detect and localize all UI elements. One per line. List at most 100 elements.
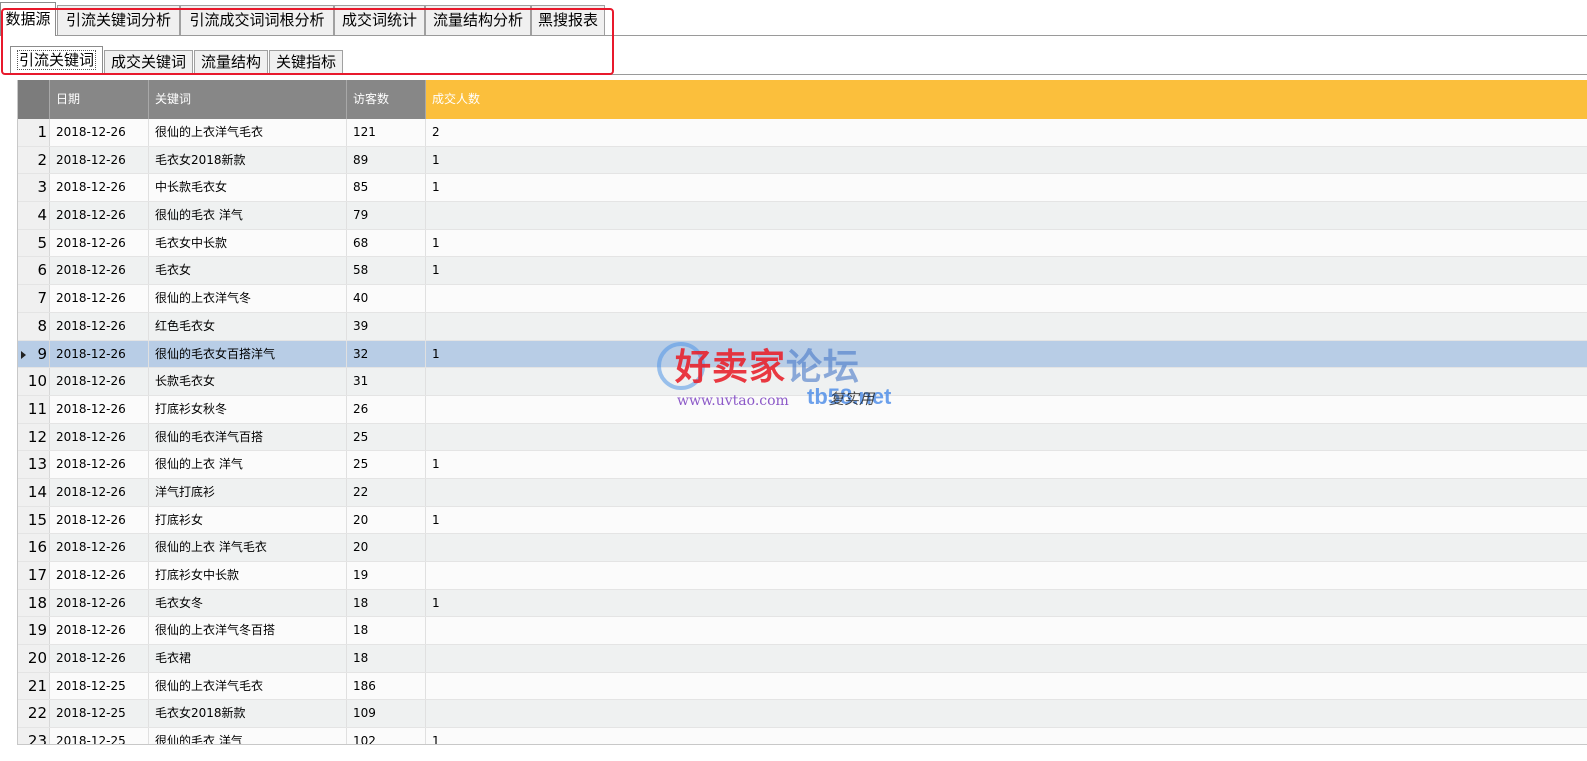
subtab-traffic-structure[interactable]: 流量结构 bbox=[194, 50, 268, 74]
buyers-cell[interactable] bbox=[426, 562, 1587, 589]
visitors-cell[interactable]: 19 bbox=[347, 562, 426, 589]
row-number-cell[interactable]: 19 bbox=[18, 617, 50, 645]
visitors-cell[interactable]: 18 bbox=[347, 645, 426, 672]
keyword-cell[interactable]: 打底衫女秋冬 bbox=[149, 395, 347, 423]
row-number-cell[interactable]: 8 bbox=[18, 312, 50, 340]
row-number-cell[interactable]: 20 bbox=[18, 645, 50, 672]
keyword-cell[interactable]: 很仙的上衣洋气毛衣 bbox=[149, 672, 347, 700]
table-row[interactable]: 11 2018-12-26 打底衫女秋冬 26 bbox=[18, 395, 1587, 424]
date-cell[interactable]: 2018-12-26 bbox=[50, 119, 149, 146]
tab-traffic-keyword-analysis[interactable]: 引流关键词分析 bbox=[57, 5, 180, 35]
date-cell[interactable]: 2018-12-26 bbox=[50, 562, 149, 589]
date-cell[interactable]: 2018-12-26 bbox=[50, 589, 149, 617]
tab-black-search-report[interactable]: 黑搜报表 bbox=[531, 5, 605, 35]
keyword-cell[interactable]: 很仙的上衣 洋气毛衣 bbox=[149, 534, 347, 561]
buyers-cell[interactable]: 1 bbox=[426, 590, 1587, 617]
buyers-cell[interactable]: 1 bbox=[426, 341, 1587, 368]
visitors-cell[interactable]: 186 bbox=[347, 672, 426, 700]
buyers-cell[interactable]: 1 bbox=[426, 451, 1587, 478]
row-number-cell[interactable]: 12 bbox=[18, 423, 50, 451]
buyers-cell[interactable]: 1 bbox=[426, 728, 1587, 744]
table-row[interactable]: 13 2018-12-26 很仙的上衣 洋气 25 1 bbox=[18, 451, 1587, 479]
date-cell[interactable]: 2018-12-26 bbox=[50, 645, 149, 672]
keyword-cell[interactable]: 中长款毛衣女 bbox=[149, 174, 347, 202]
row-number-cell[interactable]: 11 bbox=[18, 395, 50, 423]
date-cell[interactable]: 2018-12-26 bbox=[50, 451, 149, 478]
row-number-cell[interactable]: 7 bbox=[18, 285, 50, 312]
date-cell[interactable]: 2018-12-26 bbox=[50, 257, 149, 285]
column-header-keyword[interactable]: 关键词 bbox=[149, 80, 347, 119]
date-cell[interactable]: 2018-12-26 bbox=[50, 146, 149, 174]
keyword-cell[interactable]: 很仙的毛衣女百搭洋气 bbox=[149, 340, 347, 368]
table-row[interactable]: 1 2018-12-26 很仙的上衣洋气毛衣 121 2 bbox=[18, 119, 1587, 147]
keyword-cell[interactable]: 很仙的毛衣洋气百搭 bbox=[149, 423, 347, 451]
keyword-cell[interactable]: 很仙的上衣洋气冬百搭 bbox=[149, 617, 347, 645]
table-row[interactable]: 14 2018-12-26 洋气打底衫 22 bbox=[18, 478, 1587, 507]
table-row[interactable]: 22 2018-12-25 毛衣女2018新款 109 bbox=[18, 700, 1587, 729]
row-number-cell[interactable]: 22 bbox=[18, 700, 50, 728]
visitors-cell[interactable]: 109 bbox=[347, 700, 426, 728]
buyers-cell[interactable] bbox=[426, 313, 1587, 340]
keyword-cell[interactable]: 长款毛衣女 bbox=[149, 368, 347, 395]
buyers-cell[interactable] bbox=[426, 645, 1587, 672]
subtab-deal-keywords[interactable]: 成交关键词 bbox=[104, 50, 193, 74]
date-cell[interactable]: 2018-12-25 bbox=[50, 700, 149, 728]
table-row[interactable]: 3 2018-12-26 中长款毛衣女 85 1 bbox=[18, 174, 1587, 203]
date-cell[interactable]: 2018-12-26 bbox=[50, 534, 149, 561]
date-cell[interactable]: 2018-12-26 bbox=[50, 368, 149, 395]
date-cell[interactable]: 2018-12-25 bbox=[50, 672, 149, 700]
date-cell[interactable]: 2018-12-26 bbox=[50, 395, 149, 423]
visitors-cell[interactable]: 121 bbox=[347, 119, 426, 146]
subtab-key-indicators[interactable]: 关键指标 bbox=[269, 50, 343, 74]
row-number-cell[interactable]: 18 bbox=[18, 589, 50, 617]
buyers-cell[interactable] bbox=[426, 368, 1587, 395]
row-number-cell[interactable]: 1 bbox=[18, 119, 50, 146]
row-number-cell[interactable]: 21 bbox=[18, 672, 50, 700]
tab-traffic-structure-analysis[interactable]: 流量结构分析 bbox=[425, 5, 531, 35]
date-cell[interactable]: 2018-12-26 bbox=[50, 340, 149, 368]
buyers-cell[interactable] bbox=[426, 479, 1587, 506]
buyers-cell[interactable] bbox=[426, 534, 1587, 561]
date-cell[interactable]: 2018-12-25 bbox=[50, 728, 149, 744]
buyers-cell[interactable]: 2 bbox=[426, 119, 1587, 146]
row-number-cell[interactable]: 16 bbox=[18, 534, 50, 561]
keyword-cell[interactable]: 毛衣女2018新款 bbox=[149, 700, 347, 728]
row-number-cell[interactable]: 13 bbox=[18, 451, 50, 478]
visitors-cell[interactable]: 89 bbox=[347, 146, 426, 174]
row-number-cell[interactable]: 15 bbox=[18, 506, 50, 534]
subtab-traffic-keywords[interactable]: 引流关键词 bbox=[10, 46, 103, 75]
table-row[interactable]: 10 2018-12-26 长款毛衣女 31 bbox=[18, 368, 1587, 396]
keyword-cell[interactable]: 红色毛衣女 bbox=[149, 312, 347, 340]
table-row[interactable]: 16 2018-12-26 很仙的上衣 洋气毛衣 20 bbox=[18, 534, 1587, 562]
visitors-cell[interactable]: 32 bbox=[347, 340, 426, 368]
table-row[interactable]: 4 2018-12-26 很仙的毛衣 洋气 79 bbox=[18, 202, 1587, 230]
table-row[interactable]: 5 2018-12-26 毛衣女中长款 68 1 bbox=[18, 229, 1587, 258]
visitors-cell[interactable]: 102 bbox=[347, 728, 426, 744]
keyword-cell[interactable]: 很仙的毛衣 洋气 bbox=[149, 202, 347, 229]
date-cell[interactable]: 2018-12-26 bbox=[50, 423, 149, 451]
table-row[interactable]: 20 2018-12-26 毛衣裙 18 bbox=[18, 645, 1587, 673]
column-header-date[interactable]: 日期 bbox=[50, 80, 149, 119]
buyers-cell[interactable]: 1 bbox=[426, 257, 1587, 284]
keyword-cell[interactable]: 打底衫女中长款 bbox=[149, 562, 347, 589]
visitors-cell[interactable]: 25 bbox=[347, 423, 426, 451]
visitors-cell[interactable]: 31 bbox=[347, 368, 426, 395]
buyers-cell[interactable] bbox=[426, 202, 1587, 229]
table-row[interactable]: 19 2018-12-26 很仙的上衣洋气冬百搭 18 bbox=[18, 617, 1587, 646]
buyers-cell[interactable] bbox=[426, 396, 1587, 423]
row-number-cell[interactable]: 6 bbox=[18, 257, 50, 285]
table-row[interactable]: 8 2018-12-26 红色毛衣女 39 bbox=[18, 312, 1587, 341]
date-cell[interactable]: 2018-12-26 bbox=[50, 617, 149, 645]
keyword-cell[interactable]: 毛衣女中长款 bbox=[149, 229, 347, 257]
visitors-cell[interactable]: 22 bbox=[347, 478, 426, 506]
tab-deal-word-stats[interactable]: 成交词统计 bbox=[334, 5, 425, 35]
row-number-cell[interactable]: 4 bbox=[18, 202, 50, 229]
table-row[interactable]: 23 2018-12-25 很仙的毛衣 洋气 102 1 bbox=[18, 728, 1587, 744]
keyword-cell[interactable]: 毛衣女 bbox=[149, 257, 347, 285]
table-row-selected[interactable]: 9 2018-12-26 很仙的毛衣女百搭洋气 32 1 bbox=[18, 340, 1587, 369]
keyword-cell[interactable]: 打底衫女 bbox=[149, 506, 347, 534]
date-cell[interactable]: 2018-12-26 bbox=[50, 202, 149, 229]
row-number-cell[interactable]: 9 bbox=[18, 340, 50, 368]
tab-deal-word-root-analysis[interactable]: 引流成交词词根分析 bbox=[180, 5, 334, 35]
date-cell[interactable]: 2018-12-26 bbox=[50, 229, 149, 257]
